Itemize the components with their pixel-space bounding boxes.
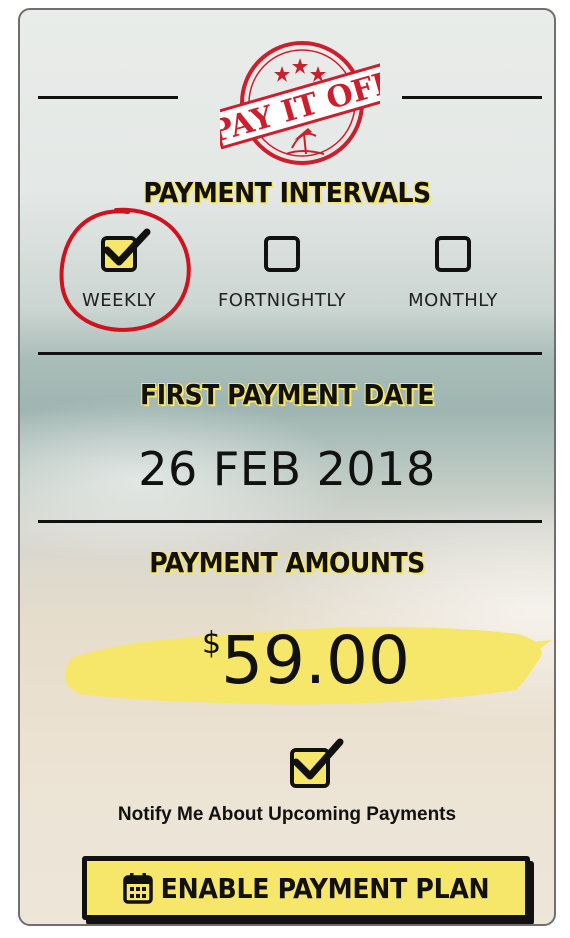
currency-symbol: $	[201, 626, 222, 661]
check-icon	[292, 738, 344, 780]
monthly-label: MONTHLY	[408, 290, 498, 311]
payment-amounts-title: PAYMENT AMOUNTS	[149, 546, 425, 579]
selection-circle-annotation	[59, 207, 191, 332]
amount-highlight: $59.00	[56, 614, 554, 714]
section-divider	[38, 352, 542, 355]
payment-amount-value: $59.00	[56, 622, 554, 699]
interval-option-fortnightly[interactable]: FORTNIGHTLY	[207, 236, 357, 311]
enable-payment-plan-label: ENABLE PAYMENT PLAN	[160, 871, 490, 905]
first-payment-date-title: FIRST PAYMENT DATE	[140, 378, 434, 411]
header-rule-right	[402, 96, 542, 99]
calendar-icon	[122, 873, 153, 904]
header-rule-left	[38, 96, 178, 99]
section-divider	[38, 520, 542, 523]
fortnightly-checkbox[interactable]	[264, 236, 300, 272]
fortnightly-label: FORTNIGHTLY	[217, 290, 347, 311]
monthly-checkbox[interactable]	[435, 236, 471, 272]
pay-it-off-stamp-logo: PAY IT OFF	[220, 41, 380, 165]
first-payment-date-value[interactable]: 26 FEB 2018	[20, 442, 554, 496]
notify-label: Notify Me About Upcoming Payments	[117, 804, 457, 825]
enable-payment-plan-button[interactable]: ENABLE PAYMENT PLAN	[82, 856, 530, 920]
notify-checkbox[interactable]	[290, 738, 344, 788]
payment-plan-card: PAY IT OFF PAYMENT INTERVALS WEEKLY FORT…	[18, 8, 556, 926]
notify-option[interactable]	[290, 738, 344, 788]
interval-option-monthly[interactable]: MONTHLY	[378, 236, 528, 311]
amount-number: 59.00	[221, 622, 411, 699]
